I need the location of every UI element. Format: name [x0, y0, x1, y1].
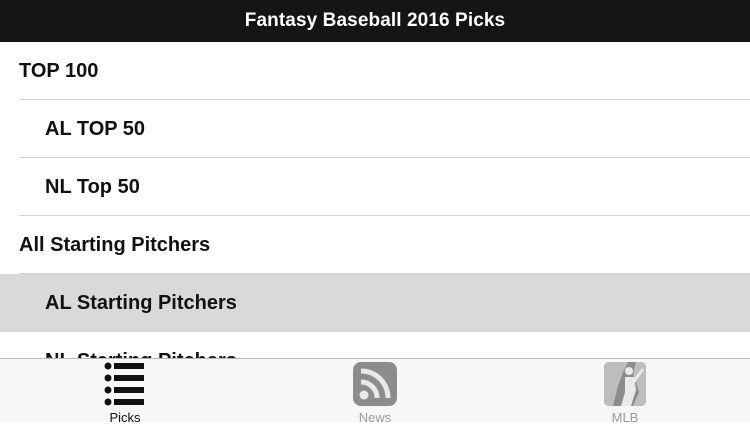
list-item-label: All Starting Pitchers: [19, 233, 211, 256]
navigation-bar: Fantasy Baseball 2016 Picks: [0, 0, 750, 42]
list-item-top-100[interactable]: TOP 100: [0, 42, 750, 100]
page-title: Fantasy Baseball 2016 Picks: [244, 10, 506, 31]
list-item-label: TOP 100: [19, 59, 99, 82]
list-item-all-starting-pitchers[interactable]: All Starting Pitchers: [0, 216, 750, 274]
tab-label: News: [358, 410, 392, 425]
list-item-nl-top-50[interactable]: NL Top 50: [0, 158, 750, 216]
list-item-al-starting-pitchers[interactable]: AL Starting Pitchers: [0, 274, 750, 332]
mlb-logo-icon: [602, 362, 648, 406]
rss-icon: [352, 362, 398, 406]
picks-list[interactable]: TOP 100 AL TOP 50 NL Top 50 All Starting…: [0, 42, 750, 358]
list-item-label: NL Starting Pitchers: [45, 350, 237, 359]
tab-label: MLB: [611, 410, 639, 425]
list-item-label: AL Starting Pitchers: [45, 291, 237, 314]
tab-picks[interactable]: Picks: [0, 359, 250, 425]
tab-bar: Picks News MLB: [0, 358, 750, 425]
list-item-label: AL TOP 50: [45, 117, 146, 140]
tab-label: Picks: [109, 410, 141, 425]
list-icon: [102, 362, 148, 406]
list-item-al-top-50[interactable]: AL TOP 50: [0, 100, 750, 158]
tab-mlb[interactable]: MLB: [500, 359, 750, 425]
tab-news[interactable]: News: [250, 359, 500, 425]
list-item-nl-starting-pitchers[interactable]: NL Starting Pitchers: [0, 332, 750, 359]
list-item-label: NL Top 50: [45, 175, 140, 198]
